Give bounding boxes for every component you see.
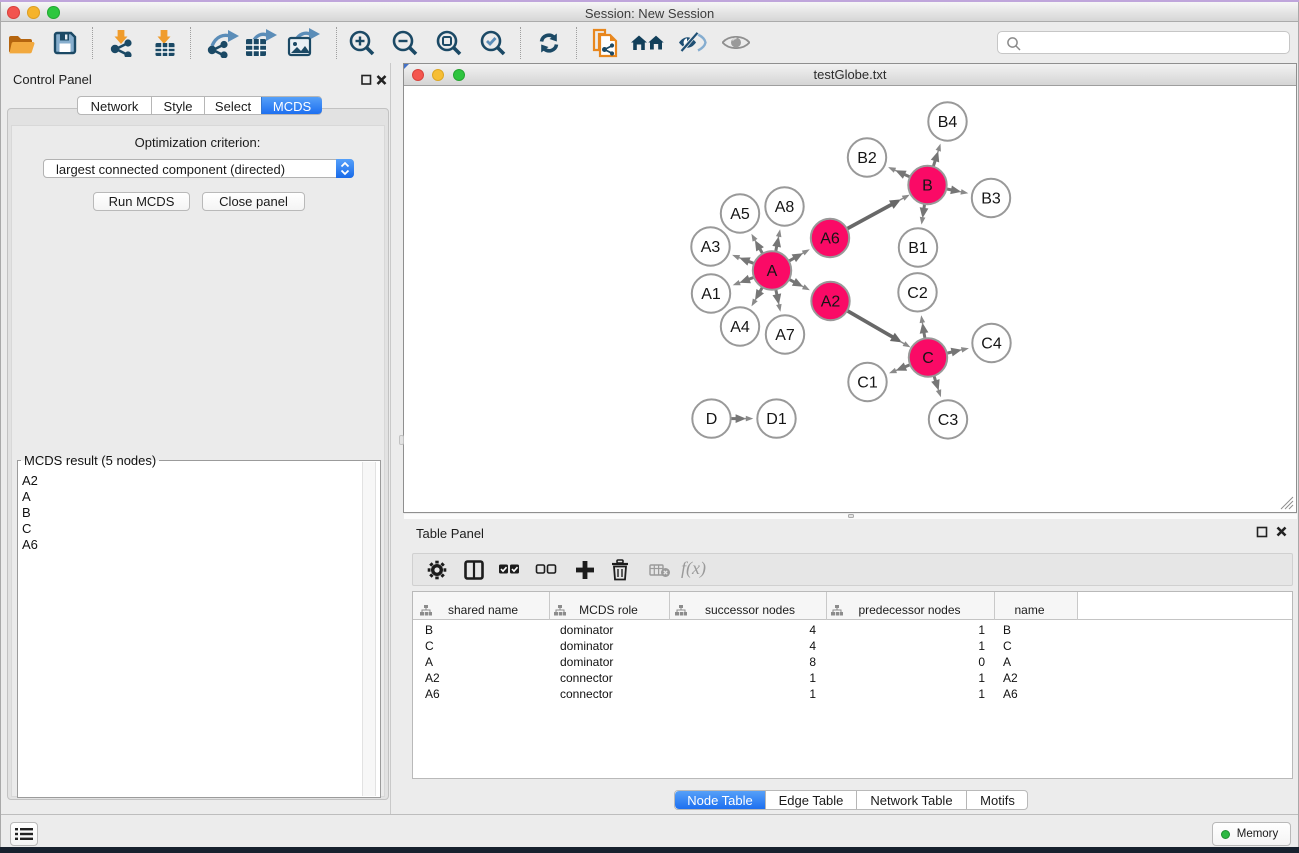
svg-text:D1: D1 [766,411,787,428]
svg-text:C1: C1 [857,375,878,392]
svg-text:D: D [706,411,718,428]
svg-text:B: B [922,178,933,195]
svg-text:A2: A2 [821,294,841,311]
svg-text:C2: C2 [907,285,928,302]
svg-text:A3: A3 [701,239,721,256]
svg-text:A4: A4 [730,319,750,336]
svg-text:B3: B3 [981,191,1001,208]
svg-text:C4: C4 [981,336,1002,353]
svg-text:A7: A7 [775,327,795,344]
svg-text:C3: C3 [938,412,959,429]
svg-text:A1: A1 [701,286,721,303]
svg-text:B2: B2 [857,150,877,167]
svg-text:B1: B1 [908,240,928,257]
svg-text:C: C [922,350,934,367]
svg-text:A8: A8 [775,199,795,216]
svg-text:B4: B4 [938,114,958,131]
svg-text:A5: A5 [730,206,750,223]
svg-text:A: A [767,263,778,280]
svg-text:A6: A6 [820,231,840,248]
